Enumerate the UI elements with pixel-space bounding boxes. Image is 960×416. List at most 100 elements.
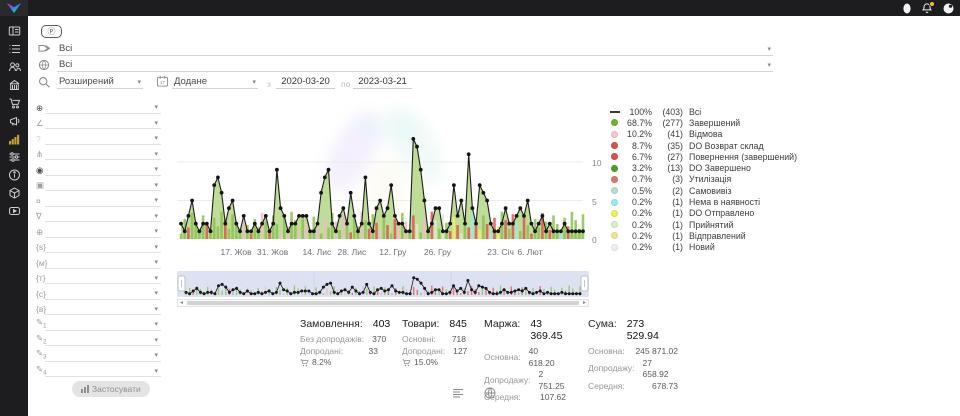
filter-row-funnel[interactable]: ∇▾ [28, 209, 164, 225]
notifications-bell-icon[interactable] [922, 3, 932, 14]
legend-item[interactable]: 0.2%(1)DO Отправлено [609, 208, 797, 219]
filter-select[interactable]: ▾ [45, 272, 161, 284]
date-to-input[interactable]: 2023-03-21 [353, 76, 412, 89]
list-view-icon[interactable] [452, 386, 464, 404]
filter-row-hierarchy[interactable]: ⋔▾ [28, 147, 164, 163]
legend-item[interactable]: 68.7%(277)Завершений [609, 117, 797, 128]
legend-count: (403) [652, 107, 683, 117]
legend-item[interactable]: 3.2%(13)DO Завершено [609, 162, 797, 173]
sidebar-item-marketing[interactable] [6, 115, 22, 127]
sidebar-item-info[interactable] [6, 169, 22, 181]
filter-row-help[interactable]: ?▾ [28, 131, 164, 147]
scroll-left-icon[interactable]: ◂ [180, 299, 183, 307]
filter-row-country[interactable]: ⊕▾ [28, 100, 164, 116]
sidebar-item-purchases[interactable] [6, 97, 22, 109]
legend-count: (27) [652, 152, 683, 162]
legend-label: Прийнятий [689, 220, 734, 230]
summary-value: 845 [449, 318, 467, 330]
filter-select[interactable]: ▾ [45, 164, 161, 176]
plan-badge-icon[interactable]: Ⓟ [41, 25, 62, 38]
filter-row-custom-field-2[interactable]: ✎2▾ [28, 333, 164, 349]
filter-select[interactable]: ▾ [45, 102, 161, 114]
filter-row-token-t[interactable]: {т}▾ [28, 271, 164, 287]
search-icon[interactable] [38, 76, 51, 88]
filter-row-token-m[interactable]: {м}▾ [28, 255, 164, 271]
filter-select[interactable]: ▾ [45, 350, 161, 362]
filter-row-globe[interactable]: ⊕▾ [28, 224, 164, 240]
filter-select[interactable]: ▾ [45, 241, 161, 253]
sidebar-item-orders[interactable] [6, 43, 22, 55]
filter-select[interactable]: ▾ [45, 303, 161, 315]
scrollbar-thumb[interactable] [187, 301, 579, 305]
legend-item[interactable]: 8.7%(35)DO Возврат склад [609, 140, 797, 151]
legend-item[interactable]: 0.7%(3)Утилізація [609, 174, 797, 185]
filter-select[interactable]: ▾ [45, 133, 161, 145]
legend-label: DO Завершено [689, 163, 751, 173]
ruler-icon: ∠ [28, 118, 45, 128]
filter-row-token-s[interactable]: {s}▾ [28, 240, 164, 256]
filter-row-ruler[interactable]: ∠▾ [28, 116, 164, 132]
chevron-down-icon: ▾ [154, 212, 158, 220]
filter-row-fingerprint[interactable]: ◉▾ [28, 162, 164, 178]
user-icon[interactable] [903, 3, 911, 14]
chart-scrollbar[interactable]: ◂ ▸ [177, 299, 589, 307]
sidebar-item-store[interactable] [6, 79, 22, 91]
product-filter-select[interactable]: Всі ▾ [57, 59, 773, 72]
sidebar-item-analytics[interactable] [6, 133, 22, 145]
app-logo-icon[interactable] [0, 0, 28, 16]
y-axis-tick: 0 [592, 235, 597, 245]
chart-navigator[interactable] [177, 271, 589, 298]
x-axis-tick: 12. Гру [379, 247, 406, 257]
filter-select[interactable]: ▾ [45, 117, 161, 129]
filter-select[interactable]: ▾ [45, 334, 161, 346]
filter-select[interactable]: ▾ [45, 179, 161, 191]
filter-row-token-c[interactable]: {с}▾ [28, 286, 164, 302]
token-t-icon: {т} [28, 273, 45, 283]
sidebar-item-products[interactable] [6, 187, 22, 199]
legend-item[interactable]: 0.2%(1)Відправлений [609, 230, 797, 241]
filter-select[interactable]: ▾ [45, 226, 161, 238]
legend-item[interactable]: 10.2%(41)Відмова [609, 129, 797, 140]
legend-item[interactable]: 0.2%(1)Нема в наявності [609, 196, 797, 207]
search-mode-select[interactable]: Розширений ▾ [57, 76, 143, 89]
scroll-right-icon[interactable]: ▸ [583, 299, 586, 307]
notification-badge [929, 1, 935, 7]
legend-item[interactable]: 0.2%(1)Новий [609, 242, 797, 253]
filter-select[interactable]: ▾ [45, 257, 161, 269]
orders-chart[interactable] [177, 99, 587, 245]
account-avatar-icon[interactable] [943, 3, 954, 14]
legend-item[interactable]: 6.7%(27)Повернення (завершений) [609, 151, 797, 162]
date-from-input[interactable]: 2020-03-20 [276, 76, 335, 89]
filter-row-token-v[interactable]: {в}▾ [28, 302, 164, 318]
apply-button[interactable]: Застосувати [72, 381, 150, 397]
navigator-left-handle[interactable] [178, 276, 185, 291]
filter-row-custom-field-1[interactable]: ✎1▾ [28, 317, 164, 333]
filter-row-custom-field-3[interactable]: ✎3▾ [28, 348, 164, 364]
sidebar-item-customers[interactable] [6, 61, 22, 73]
filter-row-money[interactable]: ¤▾ [28, 193, 164, 209]
filter-row-package[interactable]: ▣▾ [28, 178, 164, 194]
legend-item[interactable]: 100%(403)Всі [609, 106, 797, 117]
date-field-select[interactable]: Додане ▾ [172, 76, 258, 89]
summary-sub-value: 27 658.92 [643, 358, 678, 381]
legend-item[interactable]: 0.5%(2)Самовивіз [609, 185, 797, 196]
summary-sub-value: 245 871.02 [635, 346, 678, 358]
legend-item[interactable]: 0.2%(1)Прийнятий [609, 219, 797, 230]
filter-select[interactable]: ▾ [45, 319, 161, 331]
chevron-down-icon: ▾ [767, 45, 771, 53]
filter-select[interactable]: ▾ [45, 365, 161, 377]
product-view-icon[interactable] [484, 386, 496, 404]
navigator-right-handle[interactable] [581, 276, 588, 291]
sidebar-item-dashboard[interactable] [6, 25, 22, 37]
legend-dot-swatch [611, 232, 618, 239]
status-filter-select[interactable]: Всі ▾ [57, 43, 773, 56]
filter-select[interactable]: ▾ [45, 288, 161, 300]
filter-row-custom-field-4[interactable]: ✎4▾ [28, 364, 164, 380]
sidebar-item-video-guides[interactable] [6, 205, 22, 217]
filter-select[interactable]: ▾ [45, 210, 161, 222]
filter-select[interactable]: ▾ [45, 195, 161, 207]
filter-select[interactable]: ▾ [45, 148, 161, 160]
chevron-down-icon: ▾ [767, 61, 771, 69]
chevron-down-icon: ▾ [154, 181, 158, 189]
sidebar-item-integrations[interactable] [6, 151, 22, 163]
